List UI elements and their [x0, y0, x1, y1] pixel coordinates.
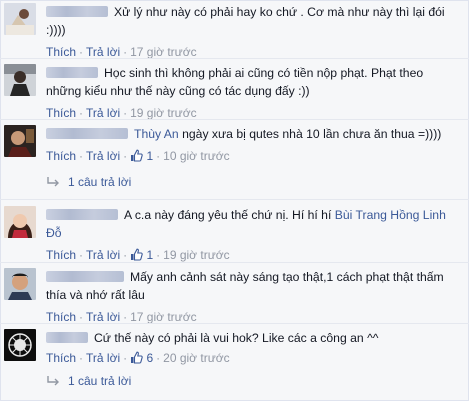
- comment-text: Xử lý như này có phải hay ko chứ . Cơ mà…: [114, 5, 445, 19]
- timestamp[interactable]: 10 giờ trước: [163, 149, 229, 163]
- reply-button[interactable]: Trả lời: [86, 149, 120, 163]
- avatar[interactable]: [4, 329, 36, 361]
- like-button[interactable]: Thích: [46, 310, 76, 324]
- timestamp[interactable]: 19 giờ trước: [130, 106, 196, 120]
- commenter-name[interactable]: [46, 209, 118, 220]
- like-count[interactable]: 6: [130, 351, 153, 365]
- view-replies-link[interactable]: 1 câu trả lời: [46, 174, 131, 190]
- separator: ·: [156, 149, 161, 163]
- separator: ·: [79, 45, 84, 59]
- separator: ·: [123, 351, 128, 365]
- commenter-name[interactable]: [46, 271, 124, 282]
- mentioned-user-continued[interactable]: Đỗ: [46, 226, 62, 240]
- separator: ·: [123, 248, 128, 262]
- timestamp[interactable]: 20 giờ trước: [163, 351, 229, 365]
- mentioned-user[interactable]: Thùy An: [134, 127, 179, 141]
- separator: ·: [79, 149, 84, 163]
- thumbs-up-icon: [131, 351, 143, 364]
- reply-button[interactable]: Trả lời: [86, 351, 120, 365]
- separator: ·: [79, 351, 84, 365]
- reply-button[interactable]: Trả lời: [86, 248, 120, 262]
- separator: ·: [79, 248, 84, 262]
- view-replies-link[interactable]: 1 câu trả lời: [46, 373, 131, 389]
- avatar[interactable]: [4, 125, 36, 157]
- commenter-name[interactable]: [46, 128, 128, 139]
- reply-arrow-icon: [47, 177, 59, 187]
- comment-text: :)))): [46, 23, 66, 37]
- like-count[interactable]: 1: [130, 149, 153, 163]
- comment-text: ngày xưa bị qutes nhà 10 lần chưa ăn thu…: [178, 127, 442, 141]
- timestamp[interactable]: 19 giờ trước: [163, 248, 229, 262]
- avatar[interactable]: [4, 64, 36, 96]
- comment-text: những kiểu như thế này cũng có tác dụng …: [46, 84, 310, 98]
- mentioned-user[interactable]: Bùi Trang Hồng Linh: [335, 208, 446, 222]
- separator: ·: [79, 310, 84, 324]
- separator: ·: [79, 106, 84, 120]
- commenter-name[interactable]: [46, 332, 88, 343]
- comment-text: A c.a này đáng yêu thế chứ nị. Hí hí hí: [124, 208, 335, 222]
- separator: ·: [156, 351, 161, 365]
- separator: ·: [123, 45, 128, 59]
- like-button[interactable]: Thích: [46, 248, 76, 262]
- separator: ·: [156, 248, 161, 262]
- avatar[interactable]: [4, 268, 36, 300]
- separator: ·: [123, 106, 128, 120]
- replies-count: 1 câu trả lời: [68, 175, 132, 189]
- timestamp[interactable]: 17 giờ trước: [130, 310, 196, 324]
- like-button[interactable]: Thích: [46, 106, 76, 120]
- separator: ·: [123, 310, 128, 324]
- replies-count: 1 câu trả lời: [68, 374, 132, 388]
- thumbs-up-icon: [131, 248, 143, 261]
- reply-button[interactable]: Trả lời: [86, 45, 120, 59]
- reply-arrow-icon: [47, 376, 59, 386]
- comment-text: Học sinh thì không phải ai cũng có tiền …: [104, 66, 424, 80]
- thumbs-up-icon: [131, 149, 143, 162]
- divider: [0, 58, 469, 59]
- avatar[interactable]: [4, 206, 36, 238]
- avatar[interactable]: [4, 3, 36, 35]
- divider: [0, 199, 469, 200]
- timestamp[interactable]: 17 giờ trước: [130, 45, 196, 59]
- comment-text: thía và nhớ rất lâu: [46, 288, 145, 302]
- reply-button[interactable]: Trả lời: [86, 106, 120, 120]
- reply-button[interactable]: Trả lời: [86, 310, 120, 324]
- divider: [0, 262, 469, 263]
- like-count[interactable]: 1: [130, 248, 153, 262]
- like-button[interactable]: Thích: [46, 149, 76, 163]
- like-button[interactable]: Thích: [46, 351, 76, 365]
- commenter-name[interactable]: [46, 6, 108, 17]
- separator: ·: [123, 149, 128, 163]
- divider: [0, 119, 469, 120]
- comment-text: Mấy anh cảnh sát này sáng tạo thật,1 các…: [130, 270, 444, 284]
- commenter-name[interactable]: [46, 67, 98, 78]
- like-button[interactable]: Thích: [46, 45, 76, 59]
- comment-text: Cứ thế này có phải là vui hok? Like các …: [94, 331, 379, 345]
- divider: [0, 323, 469, 324]
